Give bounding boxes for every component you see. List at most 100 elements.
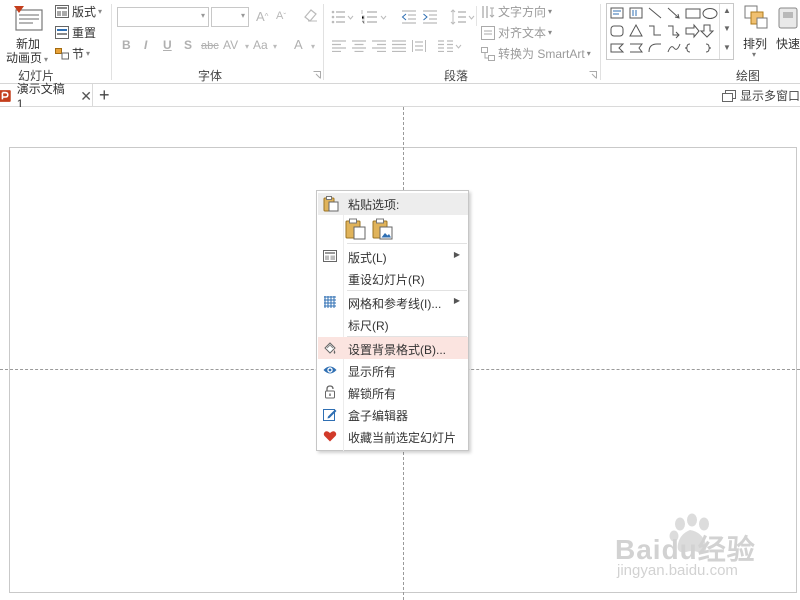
layout-button[interactable]: 版式 ▾ [55, 3, 102, 20]
columns-icon [438, 40, 462, 52]
layout-label: 版式 [72, 5, 97, 19]
italic-button[interactable]: I [144, 38, 147, 52]
quick-styles-label: 快速 [776, 37, 800, 51]
line-spacing-button[interactable] [450, 9, 476, 25]
edit-icon [323, 409, 337, 421]
chevron-down-icon: ▾ [311, 42, 316, 51]
convert-smartart-button[interactable]: 转换为 SmartArt ▾ [481, 45, 591, 62]
char-spacing-button[interactable]: AV [223, 38, 238, 52]
menu-item-label: 收藏当前选定幻灯片 [348, 431, 457, 445]
grow-font-button[interactable]: A ^ [256, 9, 268, 24]
submenu-arrow-icon: ▶ [453, 296, 460, 305]
paste-keep-source-button[interactable] [345, 218, 367, 240]
align-center-button[interactable] [352, 40, 366, 52]
justify-button[interactable] [392, 40, 406, 52]
eye-icon [323, 366, 337, 374]
chevron-down-icon: ▾ [245, 42, 250, 51]
gallery-scroll[interactable]: ▲ ▼ ▼ [719, 4, 733, 59]
document-tab[interactable]: 演示文稿1 ✕ [0, 82, 93, 111]
align-left-button[interactable] [332, 40, 346, 52]
text-direction-button[interactable]: 文字方向 ▾ [481, 3, 552, 20]
close-icon[interactable]: ✕ [80, 89, 92, 103]
clear-format-button[interactable] [302, 8, 318, 22]
shape-gallery[interactable]: ▲ ▼ ▼ [606, 3, 734, 60]
section-button[interactable]: 节 ▾ [55, 45, 90, 62]
decrease-indent-icon [401, 10, 416, 24]
chevron-up-icon: ▲ [723, 6, 731, 15]
chevron-down-icon: ▾ [273, 42, 278, 51]
menu-item-show-all[interactable]: 显示所有 [318, 359, 468, 381]
new-slide-button[interactable]: 新加 动画页 ▾ [6, 2, 52, 66]
align-center-icon [352, 40, 366, 52]
multi-window-icon [721, 89, 736, 102]
strikethrough-button[interactable]: abc [201, 40, 219, 52]
chevron-down-icon: ▾ [240, 11, 245, 20]
columns-button[interactable] [438, 40, 464, 52]
shrink-font-button[interactable]: Aˇ [276, 10, 286, 22]
menu-item-favorite-slide[interactable]: 收藏当前选定幻灯片 [318, 425, 468, 447]
distribute-button[interactable] [412, 40, 426, 52]
group-label-font: 字体 [197, 69, 222, 83]
paragraph-divider [476, 6, 477, 26]
align-right-button[interactable] [372, 40, 386, 52]
change-case-button[interactable]: Aa [253, 38, 268, 52]
font-name-select[interactable]: ▾ [117, 7, 209, 27]
align-text-button[interactable]: 对齐文本 ▾ [481, 24, 552, 41]
chevron-down-icon: ▾ [586, 49, 591, 58]
increase-indent-icon [423, 10, 437, 24]
font-size-select[interactable]: ▾ [211, 7, 249, 27]
menu-item-format-background[interactable]: 设置背景格式(B)... [318, 337, 468, 359]
paste-options-header: 粘贴选项: [318, 193, 468, 215]
quick-styles-button[interactable]: 快速 [775, 3, 800, 61]
paste-icon [345, 218, 366, 240]
chevron-down-icon: ▾ [98, 7, 103, 16]
menu-item-reset-slide[interactable]: 重设幻灯片(R) [318, 267, 468, 289]
document-tab-bar: 演示文稿1 ✕ + 显示多窗口 [0, 82, 800, 111]
decrease-indent-button[interactable] [401, 9, 417, 25]
menu-item-layout[interactable]: 版式(L) ▶ [318, 245, 468, 267]
grid-icon [324, 296, 336, 308]
heart-icon [323, 431, 337, 442]
numbering-button[interactable] [361, 9, 389, 25]
show-multi-window-button[interactable]: 显示多窗口 [721, 84, 800, 107]
dialog-launcher-icon[interactable] [313, 71, 321, 79]
shadow-button[interactable]: S [184, 38, 192, 52]
quick-styles-icon [778, 7, 798, 29]
new-slide-label-2: 动画页 ▾ [6, 49, 48, 66]
background-format-icon [324, 342, 336, 354]
align-text-icon [481, 25, 495, 40]
underline-button[interactable]: U [163, 38, 172, 52]
more-icon: ▼ [723, 43, 731, 52]
dialog-launcher-icon[interactable] [589, 71, 597, 79]
chevron-down-icon: ▾ [86, 49, 91, 58]
menu-item-unlock-all[interactable]: 解锁所有 [318, 381, 468, 403]
menu-item-box-editor[interactable]: 盒子编辑器 [318, 403, 468, 425]
chevron-down-icon: ▾ [548, 7, 553, 16]
bullets-icon [331, 10, 354, 24]
increase-indent-button[interactable] [422, 9, 438, 25]
align-text-label: 对齐文本 [498, 26, 547, 40]
menu-item-grid-guides[interactable]: 网格和参考线(I)... ▶ [318, 291, 468, 313]
new-slide-icon [14, 6, 43, 31]
chevron-down-icon: ▼ [723, 24, 731, 33]
reset-button[interactable]: 重置 [55, 24, 96, 41]
chevron-down-icon: ▾ [44, 55, 49, 64]
paste-as-picture-button[interactable] [372, 218, 394, 240]
menu-item-label: 显示所有 [348, 365, 397, 379]
chevron-down-icon: ▾ [752, 50, 757, 59]
context-menu: 粘贴选项: 版式(L) ▶ 重设幻灯片(R) 网格和参考线(I)... ▶ 标尺… [316, 190, 469, 451]
section-label: 节 [72, 47, 85, 61]
arrange-button[interactable]: 排列 ▾ [740, 3, 772, 61]
submenu-arrow-icon: ▶ [453, 250, 460, 259]
numbering-icon [361, 10, 387, 24]
bold-button[interactable]: B [122, 38, 131, 52]
watermark-site: jingyan.baidu.com [617, 562, 738, 579]
bullets-button[interactable] [331, 9, 355, 25]
font-color-button[interactable]: A [294, 37, 303, 52]
smartart-icon [481, 46, 495, 61]
menu-item-label: 设置背景格式(B)... [348, 343, 446, 357]
chevron-down-icon: ▾ [200, 11, 205, 20]
add-tab-button[interactable]: + [99, 85, 110, 105]
menu-item-label: 解锁所有 [348, 387, 397, 401]
menu-item-ruler[interactable]: 标尺(R) [318, 313, 468, 335]
